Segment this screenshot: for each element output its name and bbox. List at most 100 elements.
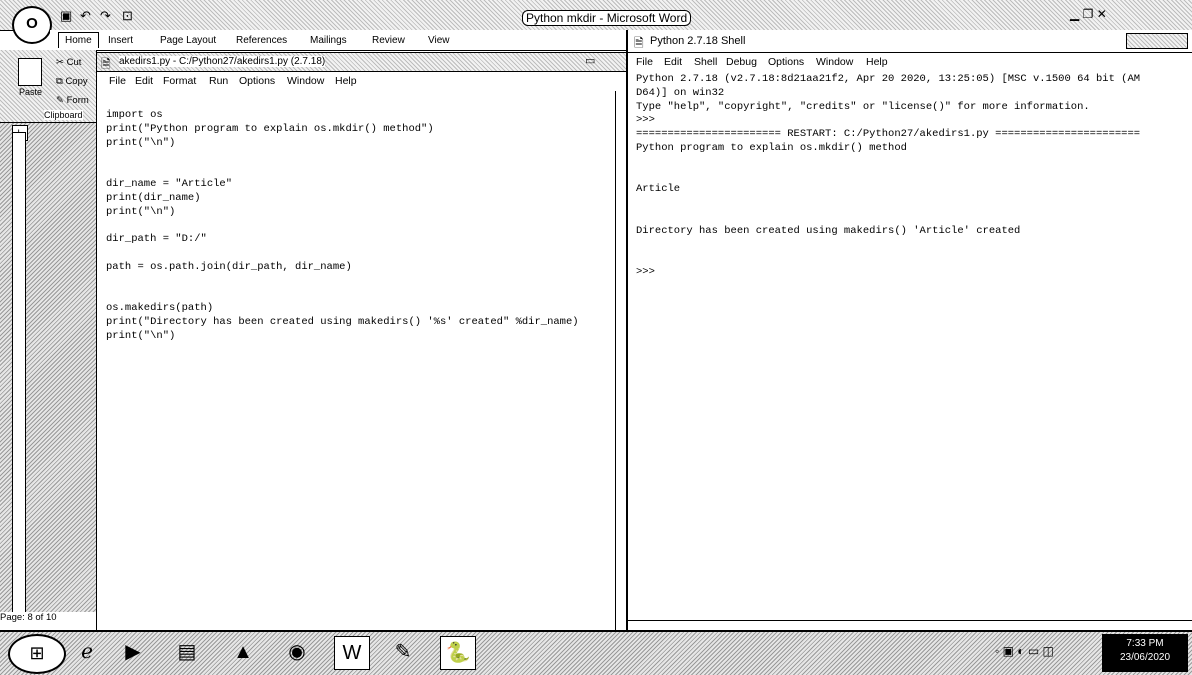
vertical-ruler (12, 132, 26, 620)
clock-date: 23/06/2020 (1119, 652, 1171, 663)
format-painter-button[interactable]: ✎ Form (56, 95, 89, 106)
editor-minimize-icon[interactable]: ▭ (585, 54, 595, 67)
shell-output-area[interactable]: Python 2.7.18 (v2.7.18:8d21aa21f2, Apr 2… (636, 73, 1140, 280)
shell-title: Python 2.7.18 Shell (650, 35, 746, 47)
shell-title-bar: 🗎 Python 2.7.18 Shell (628, 30, 1192, 53)
python-icon: 🗎 (634, 36, 644, 50)
tab-insert[interactable]: Insert (108, 35, 133, 46)
menu-shell[interactable]: Shell (694, 56, 717, 68)
internet-explorer-icon[interactable]: ℯ (70, 636, 104, 668)
shell-output-line (636, 170, 1140, 184)
code-line: print("\n") (106, 329, 176, 342)
undo-icon[interactable]: ↶ (80, 8, 91, 24)
system-clock[interactable]: 7:33 PM 23/06/2020 (1102, 634, 1188, 672)
chrome-icon[interactable]: ◉ (280, 636, 314, 668)
code-line: import os (106, 109, 163, 121)
paint-icon[interactable]: ✎ (386, 636, 420, 668)
shell-output-line: >>> (636, 266, 655, 279)
quick-print-icon[interactable]: ⊡ (122, 8, 133, 24)
tab-page-layout[interactable]: Page Layout (160, 35, 216, 46)
menu-run[interactable]: Run (209, 75, 228, 87)
editor-scrollbar[interactable] (615, 91, 626, 631)
clipboard-group: Paste ✂ Cut ⧉ Copy ✎ Form Clipboard (0, 50, 97, 123)
clipboard-group-label: Clipboard (44, 110, 83, 120)
shell-output-line (636, 197, 1140, 211)
editor-menu-bar: File Edit Format Run Options Window Help (97, 75, 627, 91)
minimize-icon[interactable]: ▁ (1070, 7, 1079, 21)
page-count[interactable]: Page: 8 of 10 (0, 612, 57, 623)
shell-output-line: Python program to explain os.mkdir() met… (636, 141, 907, 154)
media-player-icon[interactable]: ▶ (116, 636, 150, 668)
shell-output-line (636, 252, 1140, 266)
maximize-icon[interactable]: ❐ (1083, 7, 1094, 21)
cut-button[interactable]: ✂ Cut (56, 57, 81, 68)
windows-logo-icon: ⊞ (29, 643, 45, 663)
menu-help[interactable]: Help (866, 56, 888, 68)
paste-icon[interactable] (18, 58, 42, 86)
start-button[interactable]: ⊞ (8, 634, 66, 674)
menu-help[interactable]: Help (335, 75, 357, 87)
code-line: print("\n") (106, 136, 176, 149)
tab-review[interactable]: Review (372, 35, 405, 46)
copy-button[interactable]: ⧉ Copy (56, 76, 88, 87)
menu-edit[interactable]: Edit (664, 56, 682, 68)
word-taskbar-icon[interactable]: W (334, 636, 370, 670)
close-icon[interactable]: ✕ (1097, 7, 1107, 21)
menu-window[interactable]: Window (287, 75, 324, 87)
shell-window-controls[interactable] (1126, 33, 1188, 49)
shell-output-line: Python 2.7.18 (v2.7.18:8d21aa21f2, Apr 2… (636, 73, 1141, 85)
menu-debug[interactable]: Debug (726, 56, 757, 68)
editor-code-area[interactable]: import os print("Python program to explai… (106, 109, 579, 344)
editor-title-bar: 🗎 akedirs1.py - C:/Python27/akedirs1.py … (97, 53, 627, 72)
menu-file[interactable]: File (636, 56, 653, 68)
menu-file[interactable]: File (109, 75, 126, 87)
shell-output-line: >>> (636, 114, 655, 127)
office-button[interactable]: O (12, 6, 52, 44)
code-line: print("Directory has been created using … (106, 315, 579, 328)
save-icon[interactable]: ▣ (60, 8, 72, 24)
idle-editor-window: 🗎 akedirs1.py - C:/Python27/akedirs1.py … (96, 52, 628, 632)
shell-output-line: ======================= RESTART: C:/Pyth… (636, 128, 1141, 141)
editor-title: akedirs1.py - C:/Python27/akedirs1.py (2… (119, 56, 326, 67)
python-shell-window: 🗎 Python 2.7.18 Shell File Edit Shell De… (626, 30, 1192, 630)
code-line: dir_path = "D:/" (106, 233, 207, 246)
shell-output-line (636, 239, 1140, 253)
shell-output-line: Directory has been created using makedir… (636, 224, 1021, 237)
copy-icon: ⧉ (56, 76, 63, 87)
ribbon-tabs: Home Insert Page Layout References Maili… (50, 30, 630, 51)
menu-format[interactable]: Format (163, 75, 196, 87)
python-file-icon: 🗎 (101, 57, 111, 71)
tray-icons[interactable]: ◦ ▣ ◐ ▭ ◫ (995, 644, 1054, 658)
word-title-bar: O ▣ ↶ ↷ ⊡ Python mkdir - Microsoft Word … (0, 0, 1192, 44)
code-line: os.makedirs(path) (106, 302, 214, 315)
menu-window[interactable]: Window (816, 56, 853, 68)
window-controls: ▁ ❐ ✕ (1070, 7, 1107, 21)
redo-icon[interactable]: ↷ (100, 8, 111, 24)
paste-button[interactable]: Paste (19, 87, 42, 97)
code-line: print("\n") (106, 205, 176, 218)
menu-options[interactable]: Options (768, 56, 804, 68)
shell-menu-bar: File Edit Shell Debug Options Window Hel… (628, 56, 1192, 72)
taskbar: ⊞ ℯ ▶ ▤ ▲ ◉ W ✎ 🐍 ◦ ▣ ◐ ▭ ◫ 7:33 PM 23/0… (0, 630, 1192, 675)
window-title: Python mkdir - Microsoft Word (522, 10, 692, 26)
shell-output-line: Article (636, 183, 681, 196)
python-taskbar-icon[interactable]: 🐍 (440, 636, 476, 670)
tab-view[interactable]: View (428, 35, 450, 46)
tab-references[interactable]: References (236, 35, 287, 46)
menu-options[interactable]: Options (239, 75, 275, 87)
menu-edit[interactable]: Edit (135, 75, 153, 87)
tab-home[interactable]: Home (58, 32, 99, 48)
code-line: print("Python program to explain os.mkdi… (106, 122, 434, 135)
tab-mailings[interactable]: Mailings (310, 35, 347, 46)
shell-output-line (636, 156, 1140, 170)
vlc-icon[interactable]: ▲ (226, 636, 260, 668)
code-line: dir_name = "Article" (106, 177, 233, 190)
shell-output-line: D64)] on win32 (636, 86, 725, 99)
folder-icon[interactable]: ▤ (170, 636, 204, 668)
